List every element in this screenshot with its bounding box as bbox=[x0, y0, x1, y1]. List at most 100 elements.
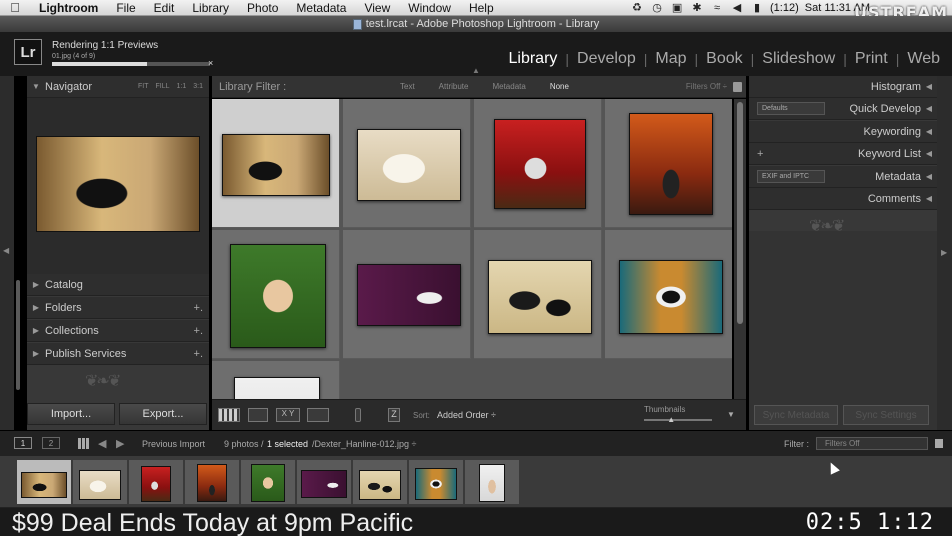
toolbar-menu-icon[interactable]: ▼ bbox=[727, 410, 735, 419]
filmstrip-thumbnail[interactable] bbox=[479, 464, 505, 502]
battery-icon[interactable]: ▮ bbox=[750, 1, 764, 14]
add-keyword-icon[interactable]: + bbox=[757, 148, 763, 160]
grid-view-icon[interactable] bbox=[218, 408, 240, 422]
forward-arrow-icon[interactable]: ▶ bbox=[116, 437, 124, 450]
metadata-preset-select[interactable]: EXIF and IPTC bbox=[757, 170, 825, 183]
bluetooth-icon[interactable]: ✱ bbox=[690, 1, 704, 14]
filter-attribute[interactable]: Attribute bbox=[427, 82, 481, 91]
wifi-icon[interactable]: ≈ bbox=[710, 2, 724, 14]
grid-cell-family-grass[interactable] bbox=[212, 230, 340, 359]
menu-photo[interactable]: Photo bbox=[238, 1, 287, 15]
module-slideshow[interactable]: Slideshow bbox=[754, 50, 843, 68]
grid-cell-puppy-purple-chair[interactable] bbox=[343, 230, 471, 359]
metadata-header[interactable]: EXIF and IPTC Metadata ◀ bbox=[749, 166, 937, 188]
sort-order-select[interactable]: Added Order ÷ bbox=[437, 410, 496, 420]
right-panel-edge[interactable]: ▶ bbox=[937, 76, 952, 430]
navigator-header[interactable]: ▼ Navigator FIT FILL 1:1 3:1 bbox=[27, 76, 209, 98]
filmstrip-lock-icon[interactable] bbox=[935, 439, 943, 448]
display-icon[interactable]: ▣ bbox=[670, 1, 684, 14]
grid-thumbnail[interactable] bbox=[494, 119, 586, 209]
primary-screen-button[interactable]: 1 bbox=[14, 437, 32, 449]
filmstrip-filter-select[interactable]: Filters Off bbox=[816, 437, 928, 450]
back-arrow-icon[interactable]: ◀ bbox=[98, 437, 106, 450]
module-print[interactable]: Print bbox=[847, 50, 896, 68]
zoom-3-1[interactable]: 3:1 bbox=[193, 83, 203, 90]
grid-thumbnail[interactable] bbox=[222, 134, 330, 196]
time-machine-icon[interactable]: ◷ bbox=[650, 1, 664, 14]
collapse-top-panel-icon[interactable]: ▲ bbox=[472, 66, 480, 75]
grid-thumbnail[interactable] bbox=[488, 260, 592, 334]
module-develop[interactable]: Develop bbox=[569, 50, 644, 68]
filmstrip-thumbnail[interactable] bbox=[301, 470, 347, 498]
keyword-list-header[interactable]: + Keyword List ◀ bbox=[749, 143, 937, 165]
filmstrip-thumbnail[interactable] bbox=[141, 466, 171, 502]
filter-none[interactable]: None bbox=[538, 82, 581, 91]
menu-view[interactable]: View bbox=[355, 1, 399, 15]
cancel-render-icon[interactable]: × bbox=[208, 58, 213, 68]
compare-view-icon[interactable]: X Y bbox=[276, 408, 300, 422]
left-scroll-thumb[interactable] bbox=[16, 280, 20, 390]
folders-header[interactable]: ▶ Folders +. bbox=[27, 297, 209, 319]
grid-cell-kitten-red-chair[interactable] bbox=[474, 99, 602, 228]
menu-help[interactable]: Help bbox=[460, 1, 503, 15]
filter-preset-select[interactable]: Filters Off ÷ bbox=[686, 82, 733, 91]
left-panel-scrollbar[interactable] bbox=[14, 276, 22, 396]
grid-cell-white-puppy[interactable] bbox=[343, 99, 471, 228]
sync-metadata-button[interactable]: Sync Metadata bbox=[754, 405, 838, 425]
volume-icon[interactable]: ◀ bbox=[730, 1, 744, 14]
survey-view-icon[interactable] bbox=[307, 408, 329, 422]
menu-metadata[interactable]: Metadata bbox=[287, 1, 355, 15]
menu-library[interactable]: Library bbox=[183, 1, 238, 15]
import-button[interactable]: Import... bbox=[27, 403, 115, 425]
add-collection-icon[interactable]: +. bbox=[194, 325, 209, 337]
secondary-screen-button[interactable]: 2 bbox=[42, 437, 60, 449]
grid-cell-dog-red-backdrop[interactable] bbox=[605, 99, 732, 228]
sync-settings-button[interactable]: Sync Settings bbox=[843, 405, 929, 425]
filmstrip-cell-puppy-purple-chair[interactable] bbox=[297, 460, 351, 504]
filmstrip-cell-cat-on-stairs[interactable] bbox=[17, 460, 71, 504]
filmstrip-thumbnail[interactable] bbox=[197, 464, 227, 502]
filmstrip-thumbnail[interactable] bbox=[415, 468, 457, 500]
grid-thumbnail[interactable] bbox=[629, 113, 713, 215]
module-library[interactable]: Library bbox=[501, 50, 566, 68]
module-book[interactable]: Book bbox=[698, 50, 750, 68]
grid-thumbnail[interactable] bbox=[357, 129, 461, 201]
sort-direction-icon[interactable]: Z bbox=[388, 408, 400, 422]
grid-cell-dog-in-chair[interactable] bbox=[605, 230, 732, 359]
filmstrip-cell-family-grass[interactable] bbox=[241, 460, 295, 504]
quick-develop-header[interactable]: Defaults Quick Develop ◀ bbox=[749, 98, 937, 120]
add-publish-service-icon[interactable]: +. bbox=[194, 348, 209, 360]
zoom-fit[interactable]: FIT bbox=[138, 83, 149, 90]
sync-icon[interactable]: ♻ bbox=[630, 1, 644, 14]
catalog-header[interactable]: ▶ Catalog bbox=[27, 274, 209, 296]
comments-header[interactable]: Comments ◀ bbox=[749, 188, 937, 210]
quick-develop-preset-select[interactable]: Defaults bbox=[757, 102, 825, 115]
filter-text[interactable]: Text bbox=[388, 82, 427, 91]
painter-icon[interactable] bbox=[355, 408, 361, 422]
selected-filename[interactable]: /Dexter_Hanline-012.jpg ÷ bbox=[312, 439, 417, 449]
module-map[interactable]: Map bbox=[647, 50, 694, 68]
menu-file[interactable]: File bbox=[107, 1, 144, 15]
filmstrip-thumbnail[interactable] bbox=[251, 464, 285, 502]
filmstrip-cell-kitten-red-chair[interactable] bbox=[129, 460, 183, 504]
navigator-photo[interactable] bbox=[36, 136, 200, 232]
filmstrip-thumbnail[interactable] bbox=[359, 470, 401, 500]
filmstrip-cell-dog-in-chair[interactable] bbox=[409, 460, 463, 504]
loupe-view-icon[interactable] bbox=[248, 408, 268, 422]
menu-window[interactable]: Window bbox=[399, 1, 460, 15]
grid-thumbnail[interactable] bbox=[619, 260, 723, 334]
zoom-fill[interactable]: FILL bbox=[156, 83, 170, 90]
filmstrip-thumbnail[interactable] bbox=[21, 472, 67, 498]
publish-services-header[interactable]: ▶ Publish Services +. bbox=[27, 343, 209, 365]
photo-grid[interactable] bbox=[212, 99, 732, 399]
filmstrip-cell-dog-red-backdrop[interactable] bbox=[185, 460, 239, 504]
grid-thumbnail[interactable] bbox=[234, 377, 320, 399]
menu-lightroom[interactable]: Lightroom bbox=[30, 1, 107, 15]
left-panel-edge[interactable]: ◀ bbox=[0, 76, 14, 430]
filmstrip-cell-dogs-cream-couch[interactable] bbox=[353, 460, 407, 504]
source-label[interactable]: Previous Import bbox=[142, 439, 205, 449]
collapse-left-panel-icon[interactable]: ◀ bbox=[3, 246, 9, 255]
grid-thumbnail[interactable] bbox=[357, 264, 461, 326]
apple-icon[interactable]:  bbox=[0, 0, 30, 15]
grid-thumbnail[interactable] bbox=[230, 244, 326, 348]
